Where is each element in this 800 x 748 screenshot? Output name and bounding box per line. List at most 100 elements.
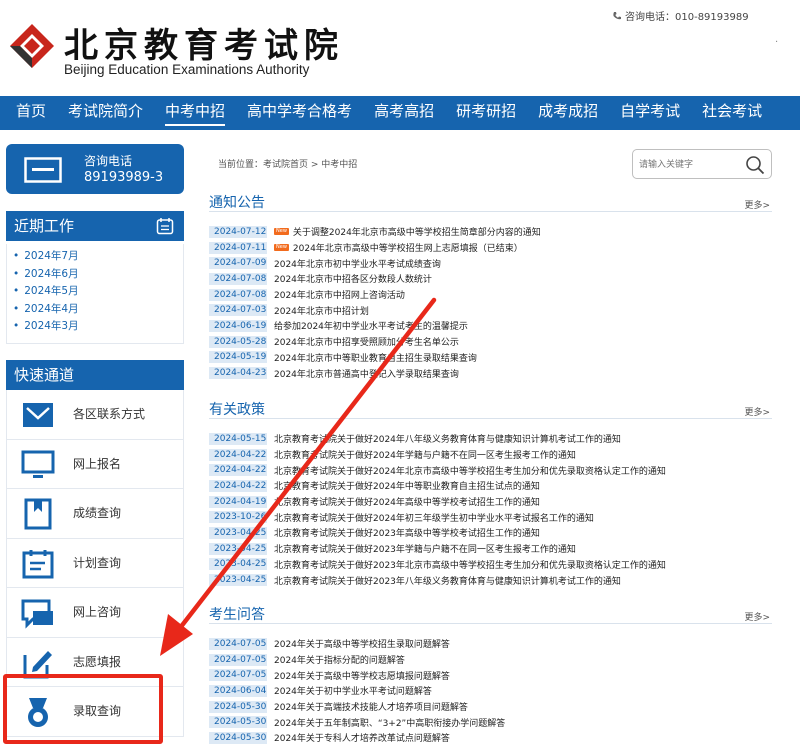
news-section: 有关政策 更多> 2024-05-15 北京教育考试院关于做好2024年八年级义… [209,399,772,588]
news-title[interactable]: 2024年北京市中招享受照顾加分考生名单公示 [274,335,459,348]
nav-item[interactable]: 成考成招 [538,96,598,130]
news-title[interactable]: 2024年关于高级中等学校招生录取问题解答 [274,637,450,650]
news-title[interactable]: 2024年北京市高级中等学校招生网上志愿填报（已结束） [293,241,523,254]
news-item[interactable]: 2023-04-25 北京教育考试院关于做好2023年高级中等学校考试招生工作的… [209,525,772,541]
recent-work-item[interactable]: 2024年3月 [7,318,183,336]
news-date: 2023-04-25 [209,574,267,587]
news-item[interactable]: 2024-07-09 2024年北京市初中学业水平考试成绩查询 [209,255,772,271]
news-title[interactable]: 2024年北京市中等职业教育自主招生录取结果查询 [274,351,477,364]
news-title[interactable]: 北京教育考试院关于做好2023年八年级义务教育体育与健康知识计算机考试工作的通知 [274,574,621,587]
news-item[interactable]: 2024-07-05 2024年关于指标分配的问题解答 [209,652,772,668]
recent-work-item[interactable]: 2024年7月 [7,248,183,266]
news-title[interactable]: 北京教育考试院关于做好2023年学籍与户籍不在同一区考生报考工作的通知 [274,542,576,555]
news-date: 2024-05-19 [209,351,267,364]
news-date: 2024-06-19 [209,319,267,332]
news-title[interactable]: 2024年北京市初中学业水平考试成绩查询 [274,257,441,270]
news-item[interactable]: 2024-04-23 2024年北京市普通高中登记入学录取结果查询 [209,365,772,381]
recent-work-item[interactable]: 2024年4月 [7,301,183,319]
phone-card-icon [24,157,62,183]
news-item[interactable]: 2024-07-05 2024年关于高级中等学校招生录取问题解答 [209,636,772,652]
news-item[interactable]: 2024-05-15 北京教育考试院关于做好2024年八年级义务教育体育与健康知… [209,431,772,447]
news-list: 2024-07-05 2024年关于高级中等学校招生录取问题解答 2024-07… [209,636,772,746]
search-icon[interactable] [745,155,765,175]
news-date: 2024-04-22 [209,448,267,461]
nav-item[interactable]: 高考高招 [374,96,434,130]
news-title[interactable]: 2024年北京市中招网上咨询活动 [274,288,405,301]
quick-access-label: 志愿填报 [73,654,122,669]
nav-item[interactable]: 中考中招 [165,96,226,130]
news-title[interactable]: 2024年北京市中招计划 [274,304,369,317]
nav-item[interactable]: 高中学考合格考 [247,96,352,130]
news-item[interactable]: 2024-06-19 给参加2024年初中学业水平考试考生的温馨提示 [209,318,772,334]
nav-item[interactable]: 自学考试 [620,96,680,130]
news-item[interactable]: 2023-10-26 北京教育考试院关于做好2024年初三年级学生初中学业水平考… [209,509,772,525]
quick-access-item[interactable]: 各区联系方式 [7,390,183,440]
more-link[interactable]: 更多> [744,198,770,211]
section-header: 通知公告 更多> [209,192,772,212]
news-title[interactable]: 北京教育考试院关于做好2024年高级中等学校考试招生工作的通知 [274,495,540,508]
news-title[interactable]: 北京教育考试院关于做好2024年学籍与户籍不在同一区考生报考工作的通知 [274,448,576,461]
news-item[interactable]: 2024-07-08 2024年北京市中招网上咨询活动 [209,287,772,303]
quick-access-item[interactable]: 网上咨询 [7,588,183,638]
news-item[interactable]: 2024-07-12 New 关于调整2024年北京市高级中等学校招生简章部分内… [209,224,772,240]
news-item[interactable]: 2024-05-19 2024年北京市中等职业教育自主招生录取结果查询 [209,350,772,366]
news-item[interactable]: 2024-07-11 New 2024年北京市高级中等学校招生网上志愿填报（已结… [209,240,772,256]
news-item[interactable]: 2023-04-25 北京教育考试院关于做好2023年学籍与户籍不在同一区考生报… [209,541,772,557]
news-title[interactable]: 给参加2024年初中学业水平考试考生的温馨提示 [274,319,468,332]
news-item[interactable]: 2024-04-19 北京教育考试院关于做好2024年高级中等学校考试招生工作的… [209,494,772,510]
news-item[interactable]: 2024-04-22 北京教育考试院关于做好2024年中等职业教育自主招生试点的… [209,478,772,494]
logo-icon[interactable] [6,20,58,72]
logo-chinese-text[interactable]: 北京教育考试院 [64,18,344,67]
hotline-box[interactable]: 咨询电话 89193989-3 [6,144,184,194]
news-title[interactable]: 2024年关于高端技术技能人才培养项目问题解答 [274,700,468,713]
news-item[interactable]: 2024-04-22 北京教育考试院关于做好2024年北京市高级中等学校招生考生… [209,462,772,478]
news-title[interactable]: 2024年北京市普通高中登记入学录取结果查询 [274,367,459,380]
news-item[interactable]: 2024-07-03 2024年北京市中招计划 [209,302,772,318]
recent-work-item[interactable]: 2024年5月 [7,283,183,301]
news-item[interactable]: 2024-06-04 2024年关于初中学业水平考试问题解答 [209,683,772,699]
quick-access-item[interactable]: 成绩查询 [7,489,183,539]
news-date: 2024-04-19 [209,495,267,508]
news-date: 2023-04-25 [209,558,267,571]
news-title[interactable]: 北京教育考试院关于做好2024年八年级义务教育体育与健康知识计算机考试工作的通知 [274,432,621,445]
news-title[interactable]: 2024年关于指标分配的问题解答 [274,653,405,666]
news-item[interactable]: 2024-05-30 2024年关于五年制高职、“3+2”中高职衔接办学问题解答 [209,714,772,730]
new-badge: New [274,228,289,236]
section-header: 有关政策 更多> [209,399,772,419]
news-item[interactable]: 2024-07-05 2024年关于高级中等学校志愿填报问题解答 [209,667,772,683]
news-item[interactable]: 2023-04-25 北京教育考试院关于做好2023年八年级义务教育体育与健康知… [209,572,772,588]
news-title[interactable]: 2024年关于高级中等学校志愿填报问题解答 [274,669,450,682]
nav-item[interactable]: 社会考试 [702,96,762,130]
news-title[interactable]: 北京教育考试院关于做好2024年中等职业教育自主招生试点的通知 [274,479,540,492]
news-title[interactable]: 2024年关于专科人才培养改革试点问题解答 [274,731,450,744]
quick-access-item[interactable]: 计划查询 [7,539,183,588]
news-item[interactable]: 2024-07-08 2024年北京市中招各区分数段人数统计 [209,271,772,287]
more-link[interactable]: 更多> [744,405,770,418]
nav-item[interactable]: 研考研招 [456,96,516,130]
logo-english-text[interactable]: Beijing Education Examinations Authority [64,62,309,77]
header-dot: . [775,34,779,45]
news-title[interactable]: 2024年关于初中学业水平考试问题解答 [274,684,432,697]
news-title[interactable]: 关于调整2024年北京市高级中等学校招生简章部分内容的通知 [293,225,541,238]
news-title[interactable]: 北京教育考试院关于做好2023年北京市高级中等学校招生考生加分和优先录取资格认定… [274,558,666,571]
section-title[interactable]: 通知公告 [209,192,265,212]
news-item[interactable]: 2024-05-28 2024年北京市中招享受照顾加分考生名单公示 [209,334,772,350]
quick-access-item[interactable]: 网上报名 [7,440,183,489]
news-item[interactable]: 2023-04-25 北京教育考试院关于做好2023年北京市高级中等学校招生考生… [209,557,772,573]
news-title[interactable]: 2024年北京市中招各区分数段人数统计 [274,272,432,285]
search-input[interactable] [639,156,739,174]
news-title[interactable]: 北京教育考试院关于做好2023年高级中等学校考试招生工作的通知 [274,526,540,539]
news-title[interactable]: 2024年关于五年制高职、“3+2”中高职衔接办学问题解答 [274,716,505,729]
nav-item[interactable]: 首页 [16,96,46,130]
section-title[interactable]: 考生问答 [209,604,265,624]
news-item[interactable]: 2024-04-22 北京教育考试院关于做好2024年学籍与户籍不在同一区考生报… [209,447,772,463]
recent-work-item[interactable]: 2024年6月 [7,266,183,284]
news-item[interactable]: 2024-05-30 2024年关于高端技术技能人才培养项目问题解答 [209,699,772,715]
news-title[interactable]: 北京教育考试院关于做好2024年初三年级学生初中学业水平考试报名工作的通知 [274,511,594,524]
section-title[interactable]: 有关政策 [209,399,265,419]
news-title[interactable]: 北京教育考试院关于做好2024年北京市高级中等学校招生考生加分和优先录取资格认定… [274,464,666,477]
more-link[interactable]: 更多> [744,610,770,623]
new-badge: New [274,244,289,252]
news-item[interactable]: 2024-05-30 2024年关于专科人才培养改革试点问题解答 [209,730,772,746]
nav-item[interactable]: 考试院简介 [68,96,143,130]
